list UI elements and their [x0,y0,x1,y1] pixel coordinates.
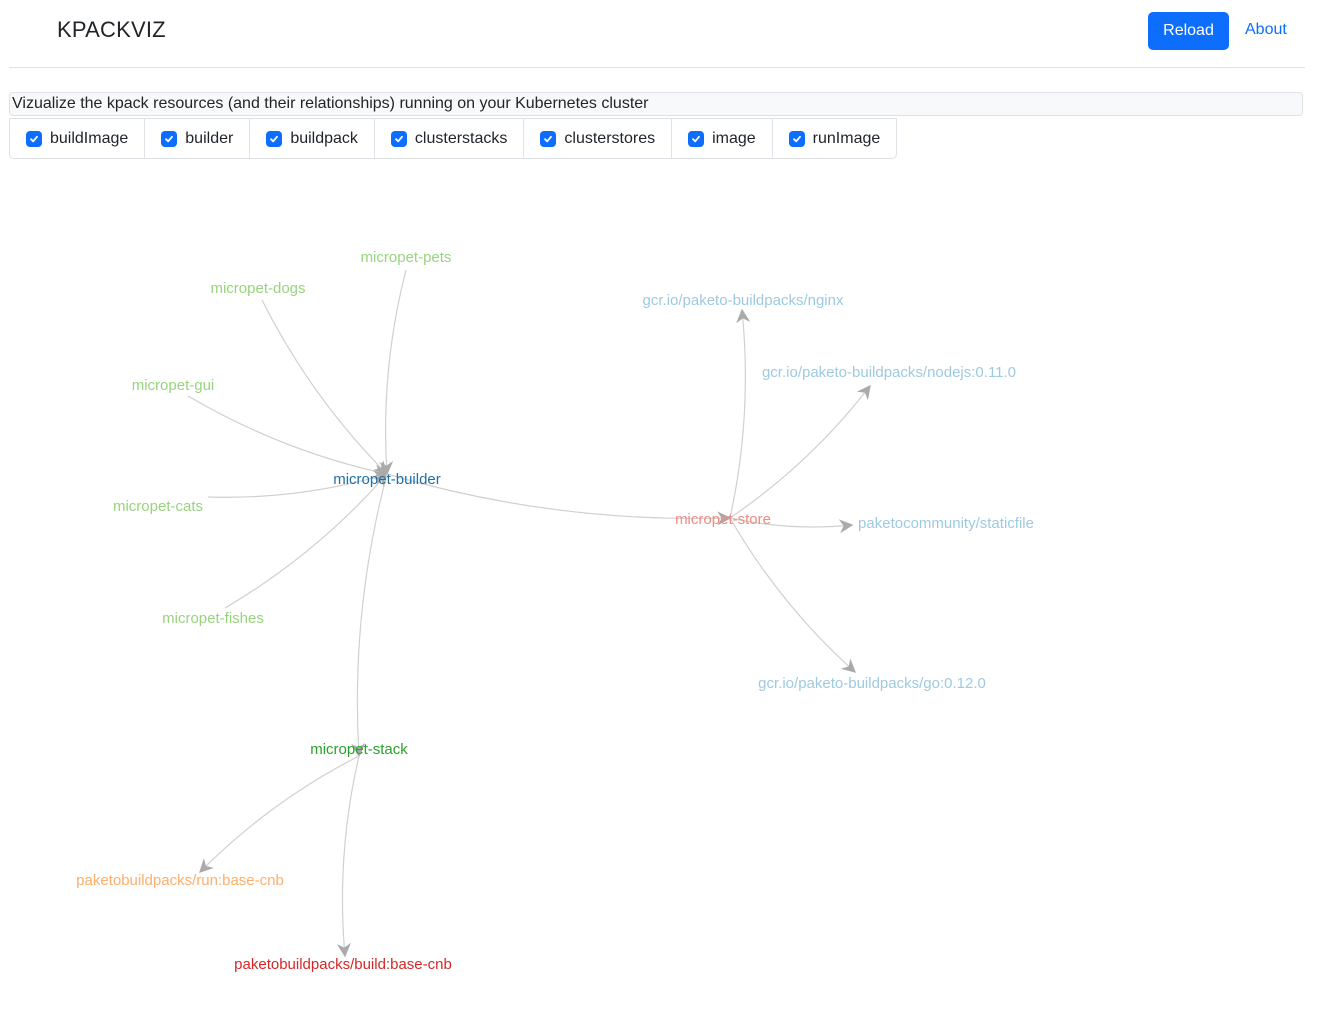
filter-buildimage[interactable]: buildImage [10,119,146,158]
edge-micropet-store-to-nodejs [729,384,871,519]
check-icon [165,135,174,142]
filter-label: builder [185,129,234,147]
node-micropet-store[interactable]: micropet-store [675,511,771,528]
check-icon [792,135,801,142]
nodes-layer: micropet-pets micropet-dogs micropet-gui mi… [76,249,1034,973]
node-micropet-stack[interactable]: micropet-stack [310,741,408,758]
filter-image[interactable]: image [672,119,773,158]
edge-micropet-builder-to-micropet-stack [351,473,388,758]
reload-button[interactable]: Reload [1148,12,1229,50]
about-link[interactable]: About [1245,21,1287,39]
checkbox[interactable] [161,130,178,147]
filter-runimage[interactable]: runImage [773,119,897,158]
node-micropet-gui[interactable]: micropet-gui [132,377,215,394]
checkbox[interactable] [390,130,407,147]
filter-label: runImage [812,129,881,147]
edge-micropet-gui-to-micropet-builder [187,395,389,479]
filter-label: buildImage [50,129,129,147]
node-nodejs[interactable]: gcr.io/paketo-buildpacks/nodejs:0.11.0 [762,364,1016,381]
checkbox[interactable] [688,130,705,147]
node-run-base-cnb[interactable]: paketobuildpacks/run:base-cnb [76,872,284,889]
filter-clusterstacks[interactable]: clusterstacks [375,119,525,158]
node-build-base-cnb[interactable]: paketobuildpacks/build:base-cnb [234,956,452,973]
filter-clusterstores[interactable]: clusterstores [524,119,673,158]
node-micropet-fishes[interactable]: micropet-fishes [162,610,264,627]
check-icon [270,135,279,142]
filter-label: clusterstores [564,129,656,147]
navbar: KPACKVIZ Reload About [9,0,1305,68]
edge-micropet-dogs-to-micropet-builder [261,299,388,475]
checkbox[interactable] [266,130,283,147]
node-go[interactable]: gcr.io/paketo-buildpacks/go:0.12.0 [758,675,986,692]
edge-micropet-store-to-nginx [729,308,751,519]
app-title: KPACKVIZ [57,17,166,42]
node-micropet-pets[interactable]: micropet-pets [361,249,452,266]
node-micropet-builder[interactable]: micropet-builder [333,471,441,488]
check-icon [30,135,38,142]
edge-micropet-pets-to-micropet-builder [379,269,407,476]
edge-micropet-fishes-to-micropet-builder [224,472,388,609]
checkbox[interactable] [26,130,42,147]
filter-label: image [712,129,756,147]
checkbox[interactable] [540,130,557,147]
filter-label: buildpack [290,129,358,147]
edge-micropet-stack-to-run-base-cnb [199,755,360,873]
node-staticfile[interactable]: paketocommunity/staticfile [858,515,1034,532]
edge-micropet-store-to-go [729,517,857,673]
check-icon [544,135,553,142]
filter-label: clusterstacks [414,129,508,147]
filter-buildpack[interactable]: buildpack [250,119,375,158]
edge-micropet-stack-to-build-base-cnb [336,755,360,958]
check-icon [692,135,700,142]
node-nginx[interactable]: gcr.io/paketo-buildpacks/nginx [643,292,844,309]
resource-filter-group: buildImage builder buildpack clusterstacks c… [9,118,898,159]
checkbox[interactable] [788,130,805,147]
resource-graph: micropet-pets micropet-dogs micropet-gui mi… [76,249,1034,973]
check-icon [395,135,403,142]
node-micropet-cats[interactable]: micropet-cats [113,498,203,515]
filter-builder[interactable]: builder [145,119,251,158]
node-micropet-dogs[interactable]: micropet-dogs [210,280,305,297]
description-banner: Vizualize the kpack resources (and their… [9,92,1303,116]
